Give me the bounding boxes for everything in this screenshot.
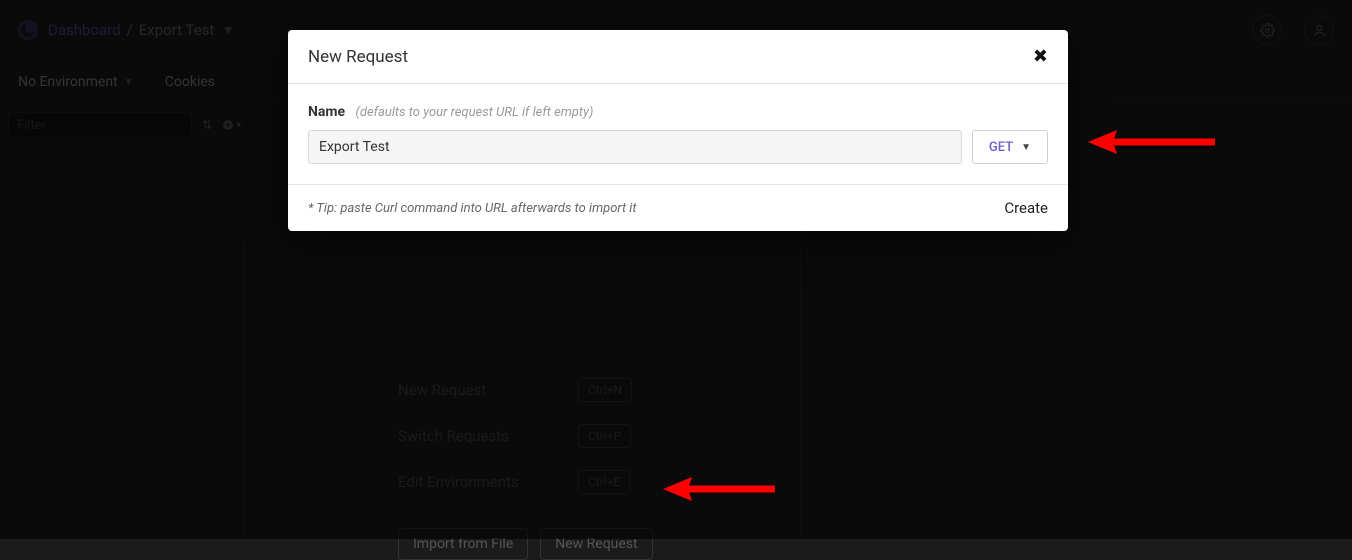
method-dropdown[interactable]: GET ▼	[972, 130, 1048, 164]
name-label-row: Name (defaults to your request URL if le…	[308, 104, 1048, 120]
modal-header: New Request ✖	[288, 30, 1068, 84]
create-button[interactable]: Create	[1004, 199, 1048, 217]
method-label: GET	[989, 140, 1013, 155]
modal-footer: * Tip: paste Curl command into URL after…	[288, 184, 1068, 231]
caret-down-icon: ▼	[1021, 142, 1031, 153]
name-row: GET ▼	[308, 130, 1048, 164]
new-request-modal: New Request ✖ Name (defaults to your req…	[288, 30, 1068, 231]
close-icon[interactable]: ✖	[1033, 46, 1048, 67]
name-input[interactable]	[308, 130, 962, 164]
modal-title: New Request	[308, 47, 408, 67]
modal-body: Name (defaults to your request URL if le…	[288, 84, 1068, 184]
modal-tip: * Tip: paste Curl command into URL after…	[308, 201, 637, 216]
name-label: Name	[308, 104, 345, 120]
name-hint: (defaults to your request URL if left em…	[356, 105, 594, 120]
